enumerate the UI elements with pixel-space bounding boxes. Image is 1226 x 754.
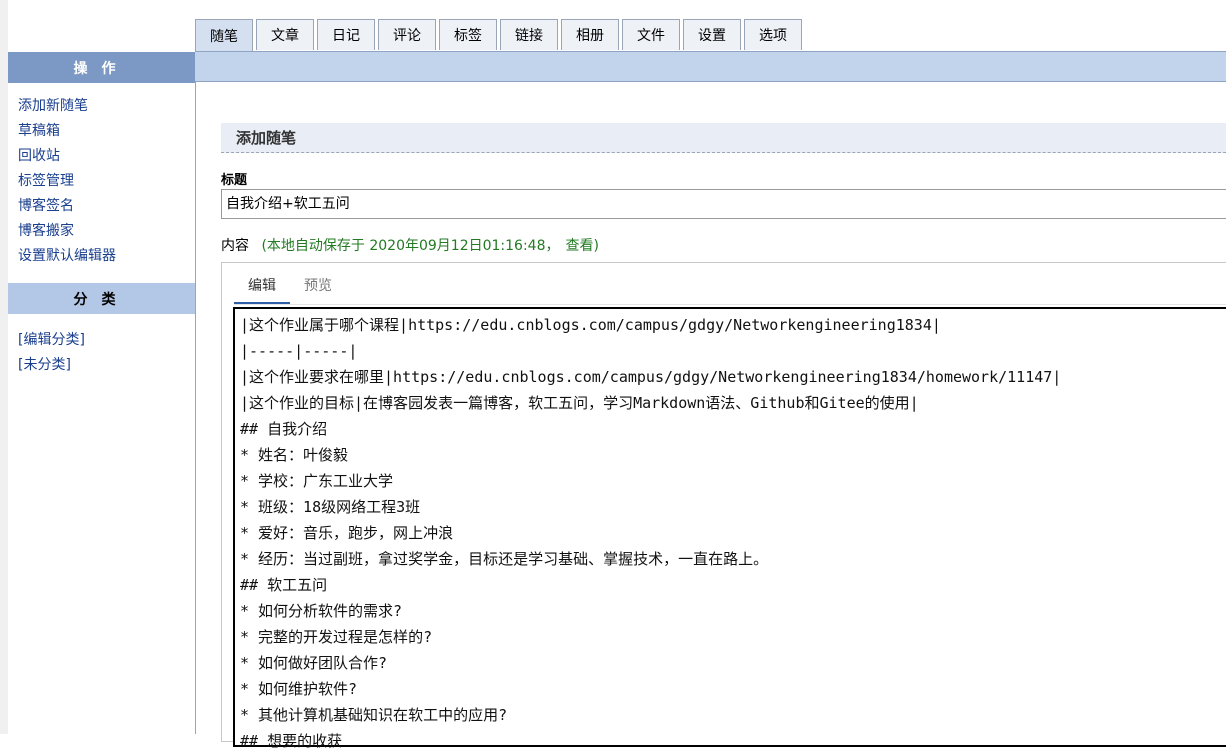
editor-line: |这个作业的目标|在博客园发表一篇博客，软工五问，学习Markdown语法、Gi…	[240, 394, 919, 412]
tab-files[interactable]: 文件	[622, 19, 680, 50]
autosave-view-link[interactable]: 查看	[566, 238, 594, 254]
sidebar-link-add-post[interactable]: 添加新随笔	[18, 94, 116, 119]
editor-tab-preview[interactable]: 预览	[290, 270, 346, 304]
editor-line: |这个作业要求在哪里|https://edu.cnblogs.com/campu…	[240, 368, 1062, 386]
title-label: 标题	[221, 173, 248, 188]
editor-line: ## 自我介绍	[240, 420, 328, 438]
title-input[interactable]: 自我介绍+软工五问	[221, 189, 1226, 219]
sidebar-ops-header: 操作	[8, 52, 195, 83]
editor-line: * 爱好：音乐，跑步，网上冲浪	[240, 524, 454, 542]
autosave-close: )	[593, 238, 599, 254]
sidebar-link-default-editor[interactable]: 设置默认编辑器	[18, 244, 116, 269]
editor-tab-edit[interactable]: 编辑	[234, 270, 290, 304]
sidebar-divider	[195, 51, 196, 734]
editor-line: |-----|-----|	[240, 342, 358, 360]
editor-line: * 经历：当过副班，拿过奖学金，目标还是学习基础、掌握技术，一直在路上。	[240, 550, 769, 568]
editor-line: |这个作业属于哪个课程|https://edu.cnblogs.com/camp…	[240, 316, 941, 334]
editor-line: * 学校：广东工业大学	[240, 472, 394, 490]
sidebar-category-header: 分类	[8, 283, 195, 314]
sidebar-link-edit-category[interactable]: [编辑分类]	[18, 328, 85, 353]
autosave-status: (本地自动保存于 2020年09月12日01:16:48， 查看)	[261, 238, 599, 254]
editor-line: * 如何分析软件的需求?	[240, 602, 403, 620]
editor-line: ## 想要的收获	[240, 732, 343, 750]
sidebar-category-links: [编辑分类] [未分类]	[18, 328, 85, 378]
editor-line: * 如何做好团队合作?	[240, 654, 388, 672]
editor-tabs: 编辑 预览	[234, 270, 346, 304]
editor-line: ## 软工五问	[240, 576, 328, 594]
sidebar-ops-links: 添加新随笔 草稿箱 回收站 标签管理 博客签名 博客搬家 设置默认编辑器	[18, 94, 116, 269]
tab-options[interactable]: 选项	[744, 19, 802, 50]
sidebar-link-drafts[interactable]: 草稿箱	[18, 119, 116, 144]
content-label-row: 内容 (本地自动保存于 2020年09月12日01:16:48， 查看)	[221, 235, 599, 255]
markdown-textarea[interactable]: |这个作业属于哪个课程|https://edu.cnblogs.com/camp…	[233, 307, 1226, 750]
editor-line: * 姓名：叶俊毅	[240, 446, 349, 464]
sidebar-link-recycle-bin[interactable]: 回收站	[18, 144, 116, 169]
editor-tab-divider	[234, 304, 1226, 305]
tab-albums[interactable]: 相册	[561, 19, 619, 50]
sidebar-link-uncategorized[interactable]: [未分类]	[18, 353, 85, 378]
tab-posts[interactable]: 随笔	[195, 19, 253, 52]
editor-line: * 如何维护软件?	[240, 680, 358, 698]
autosave-text: (本地自动保存于 2020年09月12日01:16:48，	[261, 238, 560, 254]
tab-settings[interactable]: 设置	[683, 19, 741, 50]
editor-line: * 完整的开发过程是怎样的?	[240, 628, 433, 646]
tab-articles[interactable]: 文章	[256, 19, 314, 50]
sidebar-link-blog-signature[interactable]: 博客签名	[18, 194, 116, 219]
tab-tags[interactable]: 标签	[439, 19, 497, 50]
main-tab-bar: 随笔 文章 日记 评论 标签 链接 相册 文件 设置 选项	[195, 19, 805, 52]
editor-line-text: 这个作业属于哪个课程|https://edu.cnblogs.com/campu…	[249, 316, 941, 334]
tab-content-bar	[195, 51, 1226, 82]
tab-links[interactable]: 链接	[500, 19, 558, 50]
editor-line: * 其他计算机基础知识在软工中的应用?	[240, 706, 508, 724]
panel-heading: 添加随笔	[221, 123, 1226, 153]
sidebar-link-blog-move[interactable]: 博客搬家	[18, 219, 116, 244]
sidebar-link-tag-manage[interactable]: 标签管理	[18, 169, 116, 194]
left-gutter	[0, 0, 8, 734]
tab-comments[interactable]: 评论	[378, 19, 436, 50]
editor-line: * 班级：18级网络工程3班	[240, 498, 421, 516]
tab-diary[interactable]: 日记	[317, 19, 375, 50]
content-label: 内容	[221, 238, 249, 254]
